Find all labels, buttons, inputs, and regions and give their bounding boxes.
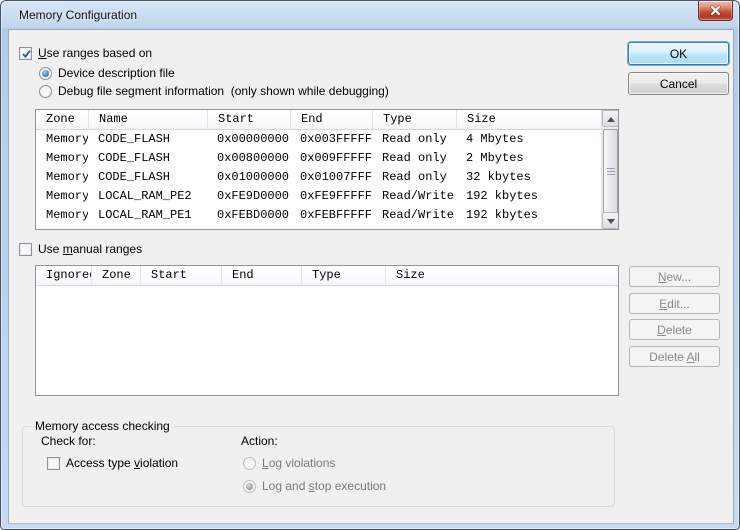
scroll-down-button[interactable] — [602, 212, 618, 229]
table-cell: 0xFEBFFFFF — [300, 208, 372, 222]
group-title: Memory access checking — [31, 419, 174, 433]
scroll-up-icon — [607, 117, 615, 122]
column-header[interactable]: End — [221, 266, 301, 285]
table-cell: 0x00800000 — [217, 151, 290, 165]
table-cell: Read only — [382, 132, 447, 146]
memory-access-checking-group: Memory access checking Check for: Access… — [22, 419, 615, 507]
table-cell: CODE_FLASH — [98, 170, 171, 184]
table-cell: 0xFEBD0000 — [217, 208, 290, 222]
use-manual-ranges-label: Use manual ranges — [38, 242, 143, 256]
table-cell: 0x003FFFFF — [300, 132, 372, 146]
column-header[interactable]: Start — [207, 110, 290, 129]
scroll-up-button[interactable] — [602, 110, 618, 127]
table-cell: Read/Write — [382, 208, 455, 222]
edit-button-label: Edit... — [659, 296, 690, 311]
column-header[interactable]: End — [290, 110, 372, 129]
table-cell: Memory — [46, 151, 88, 165]
delete-all-button: Delete All — [629, 346, 720, 367]
use-ranges-checkbox[interactable]: Use ranges based on — [19, 46, 152, 60]
table-header: IgnoredZoneStartEndTypeSize — [36, 266, 618, 286]
table-cell: CODE_FLASH — [98, 151, 171, 165]
table-cell: Memory — [46, 189, 88, 203]
checkbox-icon — [19, 46, 32, 60]
table-cell: 0x01000000 — [217, 170, 290, 184]
table-cell: Read/Write — [382, 189, 455, 203]
radio-icon — [243, 456, 256, 470]
table-cell: 192 kbytes — [466, 208, 539, 222]
use-manual-ranges-checkbox[interactable]: Use manual ranges — [19, 242, 142, 256]
column-header[interactable]: Ignored — [36, 266, 91, 285]
radio-log-and-stop-execution: Log and stop execution — [243, 479, 386, 493]
table-cell: Memory — [46, 208, 88, 222]
radio-debug-file-segment[interactable]: Debug file segment information (only sho… — [39, 84, 389, 98]
table-header: Zone Name Start End Type Size — [36, 110, 601, 130]
column-header[interactable]: Zone — [36, 110, 88, 129]
titlebar[interactable]: Memory Configuration — [1, 1, 739, 29]
table-row[interactable]: Memory CODE_FLASH 0x00800000 0x009FFFFF Read… — [36, 149, 601, 168]
table-cell: 0xFE9D0000 — [217, 189, 290, 203]
new-button: New... — [629, 266, 720, 287]
delete-button-label: Delete — [657, 322, 692, 337]
table-cell: 0x00000000 — [217, 132, 290, 146]
column-header[interactable]: Start — [140, 266, 221, 285]
radio-icon — [243, 479, 256, 493]
check-for-label: Check for: — [41, 434, 96, 448]
checkbox-icon — [19, 242, 32, 256]
new-button-label: New... — [657, 269, 692, 284]
column-header[interactable]: Type — [301, 266, 385, 285]
close-button[interactable] — [698, 1, 733, 21]
radio-debug-label: Debug file segment information (only sho… — [58, 84, 389, 98]
manual-ranges-table: IgnoredZoneStartEndTypeSize — [35, 265, 619, 396]
table-cell: 192 kbytes — [466, 189, 539, 203]
action-label: Action: — [241, 434, 278, 448]
table-row[interactable]: Memory LOCAL_RAM_PE1 0xFEBD0000 0xFEBFFFFF R… — [36, 206, 601, 225]
column-header[interactable]: Type — [372, 110, 456, 129]
table-cell: Read only — [382, 170, 447, 184]
column-header[interactable]: Size — [385, 266, 618, 285]
column-header[interactable]: Name — [88, 110, 207, 129]
table-cell: 0x01007FFF — [300, 170, 372, 184]
access-type-violation-label: Access type violation — [66, 456, 179, 470]
dialog-body: Use ranges based on Device description f… — [8, 29, 734, 524]
window-title: Memory Configuration — [19, 8, 138, 22]
ok-button-label: OK — [669, 46, 688, 61]
radio-device-description-file[interactable]: Device description file — [39, 66, 175, 80]
scrollbar-thumb[interactable] — [603, 129, 618, 215]
table-cell: 0x009FFFFF — [300, 151, 372, 165]
table-row[interactable]: Memory LOCAL_RAM_PE2 0xFE9D0000 0xFE9FFFFF R… — [36, 187, 601, 206]
radio-icon — [39, 84, 52, 98]
radio-log-violations: Log violations — [243, 456, 335, 470]
table-cell: 0xFE9FFFFF — [300, 189, 372, 203]
delete-button: Delete — [629, 319, 720, 340]
access-type-violation-checkbox[interactable]: Access type violation — [47, 456, 178, 470]
table-cell: Memory — [46, 170, 88, 184]
radio-icon — [39, 66, 52, 80]
edit-button: Edit... — [629, 293, 720, 314]
scroll-down-icon — [607, 219, 615, 224]
ok-button[interactable]: OK — [628, 42, 729, 65]
radio-device-label: Device description file — [58, 66, 175, 80]
memory-configuration-dialog: Memory Configuration Use ranges based on… — [0, 0, 740, 530]
table-cell: CODE_FLASH — [98, 132, 171, 146]
table-cell: Memory — [46, 132, 88, 146]
table-cell: 32 kbytes — [466, 170, 531, 184]
table-cell: 4 Mbytes — [466, 132, 524, 146]
checkbox-icon — [47, 456, 60, 470]
table-row[interactable]: Memory CODE_FLASH 0x01000000 0x01007FFF Read… — [36, 168, 601, 187]
table-row[interactable]: Memory CODE_FLASH 0x00000000 0x003FFFFF Read… — [36, 130, 601, 149]
table-cell: Read only — [382, 151, 447, 165]
use-ranges-label: Use ranges based on — [38, 46, 153, 60]
delete-all-button-label: Delete All — [649, 349, 700, 364]
log-violations-label: Log violations — [262, 456, 336, 470]
table-cell: LOCAL_RAM_PE1 — [98, 208, 192, 222]
table-cell: LOCAL_RAM_PE2 — [98, 189, 192, 203]
column-header[interactable]: Size — [456, 110, 601, 129]
cancel-button[interactable]: Cancel — [628, 72, 729, 95]
device-ranges-table: Zone Name Start End Type Size Memory CODE_FLASH… — [35, 109, 619, 230]
table-cell: 2 Mbytes — [466, 151, 524, 165]
column-header[interactable]: Zone — [91, 266, 140, 285]
vertical-scrollbar[interactable] — [601, 110, 618, 229]
log-and-stop-label: Log and stop execution — [262, 479, 387, 493]
cancel-button-label: Cancel — [659, 76, 698, 91]
